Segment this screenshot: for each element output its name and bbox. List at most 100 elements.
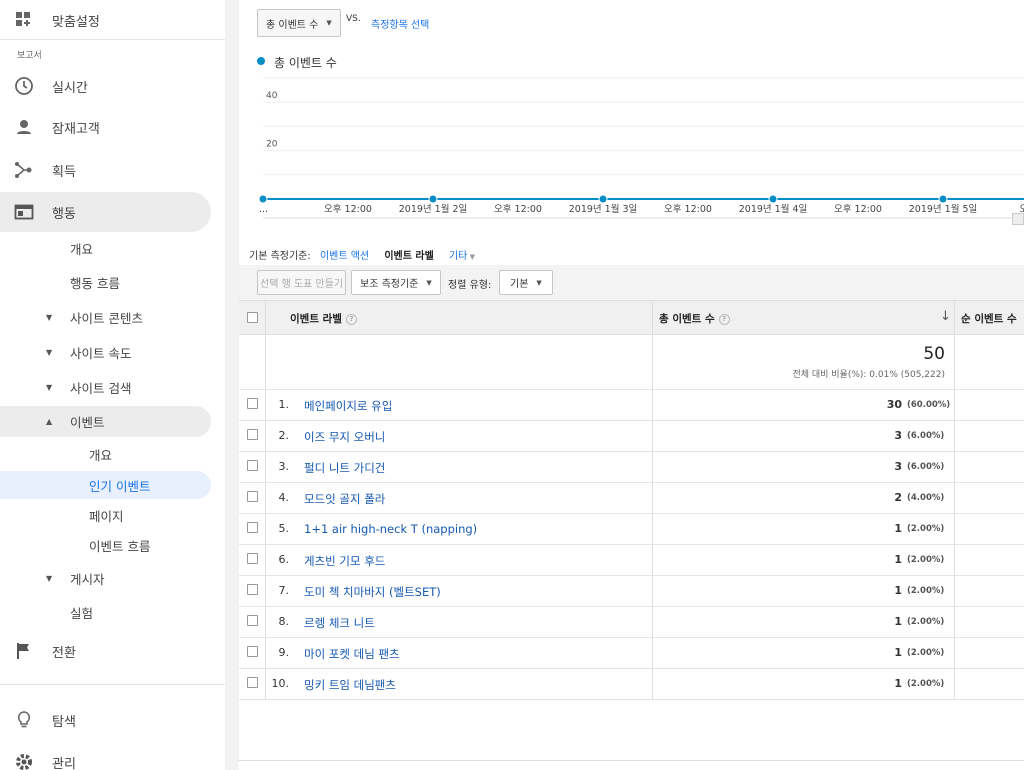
sidebar-item-behavior[interactable]: 행동 — [0, 192, 211, 232]
event-count: 1 — [894, 677, 902, 690]
event-count: 1 — [894, 522, 902, 535]
secondary-dimension-select[interactable]: 보조 측정기준 ▼ — [351, 270, 441, 295]
sidebar-item-site-speed[interactable]: ▼ 사이트 속도 — [0, 338, 211, 366]
table-row: 1. 메인페이지로 유입 30 (60.00%) — [239, 390, 1024, 421]
event-percentage: (4.00%) — [907, 493, 945, 503]
primary-dimension-bar: 기본 측정기준: 이벤트 액션 이벤트 라벨 기타 ▼ — [249, 247, 475, 262]
dimension-event-action[interactable]: 이벤트 액션 — [320, 251, 369, 262]
row-number: 5. — [278, 522, 290, 535]
row-checkbox[interactable] — [247, 615, 258, 626]
sidebar-label: 행동 — [52, 206, 76, 222]
help-icon[interactable]: ? — [345, 313, 357, 325]
total-events-percentage: 전체 대비 비율(%): 0.01% (505,222) — [792, 370, 945, 380]
caret-down-icon: ▼ — [46, 573, 53, 583]
row-checkbox[interactable] — [247, 553, 258, 564]
event-label-link[interactable]: 펄디 니트 가디건 — [304, 460, 385, 476]
x-tick-label: 오후 12:00 — [834, 204, 882, 215]
row-number: 4. — [278, 491, 290, 504]
event-label-link[interactable]: 도미 첵 치마바지 (벨트SET) — [304, 584, 441, 600]
data-point[interactable] — [768, 194, 778, 204]
event-percentage: (2.00%) — [907, 586, 945, 596]
row-number: 8. — [278, 615, 290, 628]
reports-section-label: 보고서 — [17, 51, 42, 61]
dimension-event-label[interactable]: 이벤트 라벨 — [384, 251, 433, 262]
x-tick-label: 2019년 1월 3일 — [569, 203, 638, 215]
sidebar: 맞춤설정 보고서 실시간 잠재고객 획득 행동 개요 행동 흐름 ▼ 사이트 콘… — [0, 0, 225, 770]
col-header-unique-events[interactable]: 순 이벤트 수 — [961, 311, 1017, 326]
data-point[interactable] — [938, 194, 948, 204]
event-label-link[interactable]: 게츠빈 기모 후드 — [304, 553, 385, 569]
x-tick-label: ... — [259, 204, 268, 215]
row-checkbox[interactable] — [247, 646, 258, 657]
sidebar-item-events[interactable]: ▲ 이벤트 — [0, 406, 211, 437]
row-number: 6. — [278, 553, 290, 566]
sidebar-item-pages[interactable]: 페이지 — [0, 501, 211, 529]
col-header-total-events[interactable]: 총 이벤트 수? — [659, 311, 730, 326]
sidebar-item-events-overview[interactable]: 개요 — [0, 440, 211, 468]
event-label-link[interactable]: 1+1 air high-neck T (napping) — [304, 522, 477, 536]
col-header-event-label[interactable]: 이벤트 라벨? — [290, 311, 357, 326]
select-all-checkbox[interactable] — [247, 312, 258, 323]
x-tick-label: 2019년 1월 2일 — [399, 203, 468, 215]
table-row: 4. 모드잇 골지 폴라 2 (4.00%) — [239, 483, 1024, 514]
plot-rows-button[interactable]: 선택 행 도표 만들기 — [257, 270, 347, 295]
event-count: 1 — [894, 553, 902, 566]
sidebar-item-publisher[interactable]: ▼ 게시자 — [0, 564, 211, 592]
sidebar-label: 실시간 — [52, 80, 88, 96]
event-label-link[interactable]: 르렝 체크 니트 — [304, 615, 375, 631]
event-label-link[interactable]: 마이 포켓 데님 팬츠 — [304, 646, 400, 662]
sidebar-item-behavior-overview[interactable]: 개요 — [0, 234, 211, 262]
sort-type-select[interactable]: 기본 ▼ — [499, 270, 553, 295]
event-label-link[interactable]: 밍키 트임 데님팬츠 — [304, 677, 396, 693]
row-checkbox[interactable] — [247, 491, 258, 502]
main-content: 총 이벤트 수 ▼ VS. 측정항목 선택 총 이벤트 수 40 20 ... 오후… — [239, 0, 1024, 770]
row-checkbox[interactable] — [247, 522, 258, 533]
table-controls-bar: 선택 행 도표 만들기 보조 측정기준 ▼ 정렬 유형: 기본 ▼ — [239, 265, 1024, 300]
table-row: 8. 르렝 체크 니트 1 (2.00%) — [239, 607, 1024, 638]
event-percentage: (2.00%) — [907, 524, 945, 534]
help-icon[interactable]: ? — [718, 313, 730, 325]
x-tick-label: 2019년 1월 4일 — [739, 203, 808, 215]
event-label-link[interactable]: 모드잇 골지 폴라 — [304, 491, 385, 507]
event-label-link[interactable]: 메인페이지로 유입 — [304, 398, 392, 414]
sort-descending-icon[interactable]: ↓ — [940, 309, 951, 324]
row-number: 9. — [278, 646, 290, 659]
data-point[interactable] — [428, 194, 438, 204]
row-checkbox[interactable] — [247, 429, 258, 440]
event-label-link[interactable]: 이즈 무지 오버니 — [304, 429, 385, 445]
dimension-other[interactable]: 기타 ▼ — [449, 251, 475, 262]
y-tick-label: 40 — [266, 91, 278, 101]
chart-resize-handle[interactable] — [1012, 213, 1024, 225]
row-checkbox[interactable] — [247, 398, 258, 409]
sidebar-item-behavior-flow[interactable]: 행동 흐름 — [0, 268, 211, 296]
sidebar-item-experiments[interactable]: 실험 — [0, 598, 211, 626]
caret-down-icon: ▼ — [46, 312, 53, 322]
row-number: 10. — [271, 677, 290, 690]
totals-row: 50 전체 대비 비율(%): 0.01% (505,222) — [239, 336, 1024, 389]
x-tick-label: 오후 12:00 — [324, 204, 372, 215]
table-row: 9. 마이 포켓 데님 팬츠 1 (2.00%) — [239, 638, 1024, 669]
person-icon — [17, 120, 31, 134]
row-checkbox[interactable] — [247, 584, 258, 595]
x-tick-label: 오후 12:00 — [664, 204, 712, 215]
event-count: 3 — [894, 429, 902, 442]
sidebar-item-events-flow[interactable]: 이벤트 흐름 — [0, 531, 211, 559]
row-checkbox[interactable] — [247, 460, 258, 471]
data-point[interactable] — [258, 194, 268, 204]
event-count: 2 — [894, 491, 902, 504]
event-count: 1 — [894, 615, 902, 628]
row-number: 1. — [278, 398, 290, 411]
sidebar-label: 맞춤설정 — [52, 14, 100, 30]
event-count: 1 — [894, 646, 902, 659]
event-percentage: (2.00%) — [907, 679, 945, 689]
y-tick-label: 20 — [266, 140, 278, 150]
data-point[interactable] — [598, 194, 608, 204]
row-checkbox[interactable] — [247, 677, 258, 688]
sidebar-item-site-content[interactable]: ▼ 사이트 콘텐츠 — [0, 303, 211, 331]
sidebar-item-top-events[interactable]: 인기 이벤트 — [0, 471, 211, 499]
sidebar-label: 잠재고객 — [52, 121, 100, 137]
event-percentage: (6.00%) — [907, 462, 945, 472]
event-percentage: (2.00%) — [907, 555, 945, 565]
flag-icon — [17, 643, 29, 659]
sidebar-item-site-search[interactable]: ▼ 사이트 검색 — [0, 373, 211, 401]
